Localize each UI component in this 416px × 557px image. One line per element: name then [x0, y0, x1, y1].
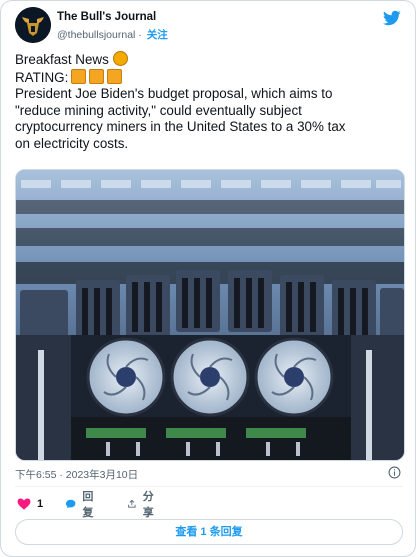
tweet-line: RATING:: [15, 68, 395, 87]
divider: [15, 486, 403, 487]
tweet-timestamp[interactable]: 下午6:55 · 2023年3月10日: [15, 467, 138, 482]
reply-bubble-icon: [65, 499, 76, 509]
author-handle-row: @thebullsjournal · 关注: [57, 27, 168, 42]
avatar[interactable]: [15, 7, 51, 43]
twitter-bird-icon[interactable]: [383, 9, 401, 27]
author-name[interactable]: The Bull's Journal: [57, 11, 156, 23]
reply-label: 回复: [82, 491, 94, 519]
tweet-line-text: RATING:: [15, 69, 69, 85]
share-icon: [128, 499, 136, 508]
tweet-line-text: Breakfast News: [15, 52, 109, 67]
tweet-text: Breakfast News RATING: President Joe Bid…: [15, 51, 395, 152]
info-icon[interactable]: [388, 466, 401, 479]
bull-logo-icon: [15, 7, 51, 43]
author-handle[interactable]: @thebullsjournal: [57, 29, 135, 41]
tweet-header: The Bull's Journal @thebullsjournal · 关注: [15, 5, 403, 45]
bitcoin-coin-emoji: [112, 51, 128, 66]
follow-button[interactable]: 关注: [147, 29, 168, 41]
heart-icon: [17, 498, 31, 510]
tweet-image[interactable]: [15, 169, 405, 461]
tweet-card: The Bull's Journal @thebullsjournal · 关注…: [0, 0, 416, 557]
separator-dot: ·: [138, 29, 142, 41]
tweet-line: cryptocurrency miners in the United Stat…: [15, 119, 346, 134]
share-button[interactable]: 分享: [127, 491, 158, 519]
rating-box-emoji: [71, 68, 87, 84]
like-count: 1: [37, 498, 44, 510]
view-replies-button[interactable]: 查看 1 条回复: [15, 519, 403, 545]
rating-box-emoji: [107, 68, 123, 84]
rating-box-emoji: [89, 68, 105, 84]
tweet-line: Breakfast News: [15, 51, 395, 69]
tweet-line: "reduce mining activity," could eventual…: [15, 102, 302, 118]
tweet-line: President Joe Biden's budget proposal, w…: [15, 86, 333, 101]
reply-button[interactable]: 回复: [65, 491, 98, 519]
like-button[interactable]: 1: [17, 495, 43, 513]
mining-rig-photo: [16, 170, 404, 460]
tweet-line: on electricity costs.: [15, 135, 129, 151]
share-label: 分享: [142, 491, 154, 519]
